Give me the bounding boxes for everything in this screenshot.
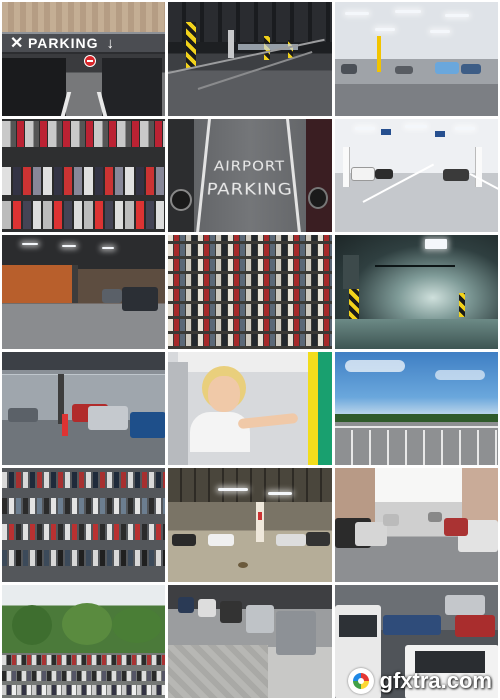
photo-airport-parking-marking: AIRPORT PARKING [168, 118, 332, 232]
close-cross-icon: ✕ [10, 35, 25, 52]
photo-orange-garage [2, 235, 166, 349]
watermark-text: gfxtra.com [379, 668, 492, 693]
photo-lit-garage [168, 468, 332, 582]
photo-woman-in-car [168, 351, 332, 465]
photo-covered-lot [2, 351, 166, 465]
photo-aerial-lot [2, 118, 166, 232]
gfxtra-logo-icon [347, 668, 374, 694]
no-entry-sign-icon [84, 55, 96, 67]
parking-sign: ✕ PARKING ↓ [2, 32, 166, 54]
photo-street-parking [334, 468, 498, 582]
photo-aerial-dense-lot [168, 235, 332, 349]
photo-collage: ✕ PARKING ↓ AIRPORT PARKING gfxtra.com [2, 2, 498, 698]
photo-aerial-rows-lot [2, 468, 166, 582]
photo-teal-garage [334, 235, 498, 349]
parking-text: PARKING [205, 179, 294, 199]
photo-park-lot-trees [2, 584, 166, 698]
photo-parking-entrance: ✕ PARKING ↓ [2, 2, 166, 116]
photo-sidewalk-cars [168, 584, 332, 698]
photo-bright-garage [334, 2, 498, 116]
photo-white-garage [334, 118, 498, 232]
photo-empty-lot [334, 351, 498, 465]
arrow-down-icon: ↓ [106, 34, 116, 52]
watermark: gfxtra.com [347, 668, 492, 694]
photo-parked-cars-closeup: gfxtra.com [334, 584, 498, 698]
airport-text: AIRPORT [213, 157, 287, 174]
photo-dark-garage [168, 2, 332, 116]
parking-sign-text: PARKING [28, 35, 99, 51]
